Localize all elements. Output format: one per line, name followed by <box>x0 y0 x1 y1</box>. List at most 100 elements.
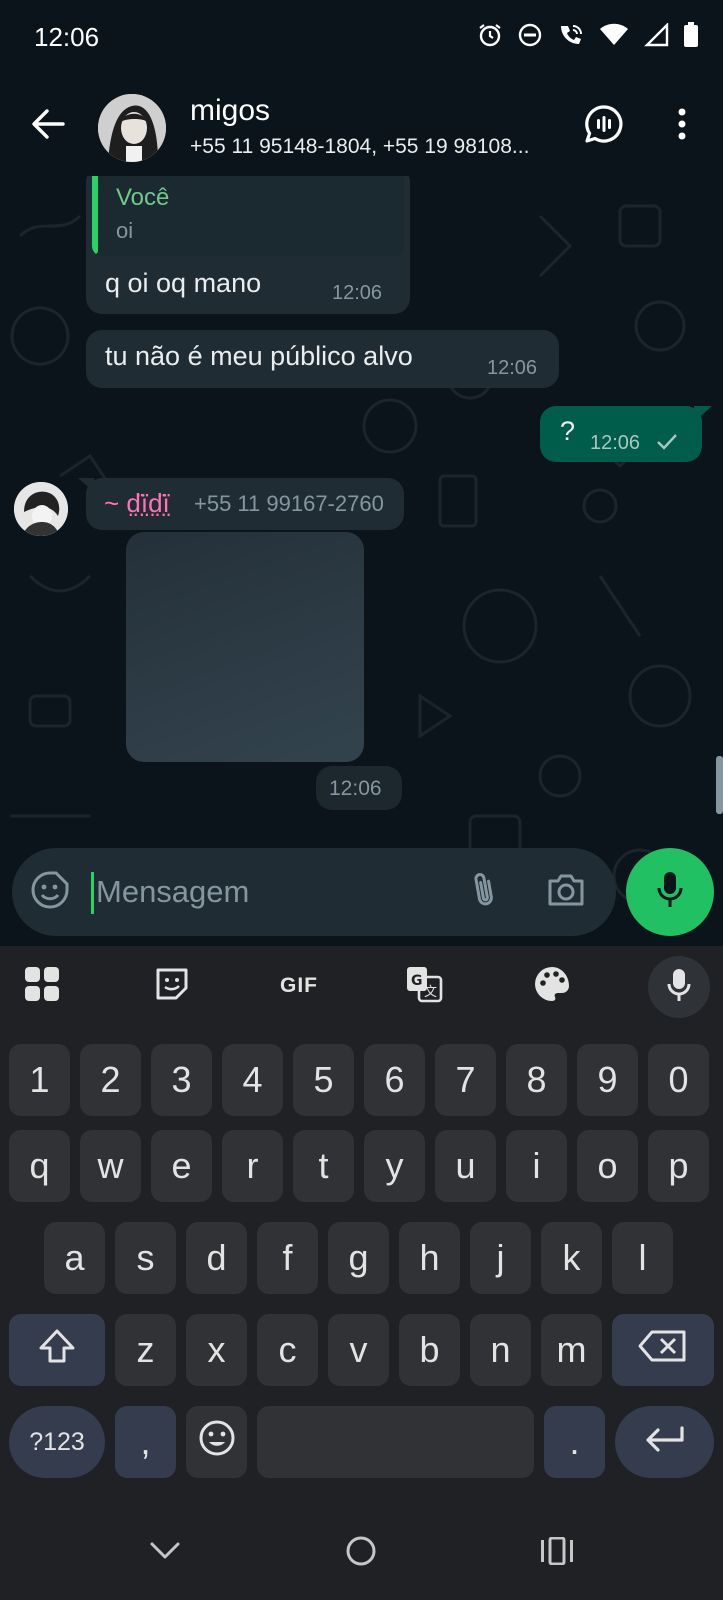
quote-text: oi <box>116 218 134 243</box>
palette-icon <box>533 965 571 1008</box>
sender-phone: +55 11 99167-2760 <box>194 491 384 516</box>
message-time: 12:06 <box>332 282 383 304</box>
nav-home-button[interactable] <box>336 1528 386 1578</box>
key-8[interactable]: 8 <box>506 1044 567 1116</box>
emoji-key[interactable] <box>186 1406 247 1478</box>
attach-icon <box>470 870 498 915</box>
shift-key[interactable] <box>9 1314 105 1386</box>
translate-icon: G文 <box>405 965 443 1008</box>
sticker-image[interactable] <box>126 532 364 762</box>
system-navigation-bar <box>0 1504 723 1600</box>
key-k[interactable]: k <box>541 1222 602 1294</box>
key-a[interactable]: a <box>44 1222 105 1294</box>
backspace-key[interactable] <box>612 1314 714 1386</box>
group-name[interactable]: migos <box>190 94 270 128</box>
key-r[interactable]: r <box>222 1130 283 1202</box>
key-5[interactable]: 5 <box>293 1044 354 1116</box>
key-i[interactable]: i <box>506 1130 567 1202</box>
sender-name[interactable]: ~ d̤̈ï̤d̤̈ï̤ <box>104 488 170 519</box>
key-4[interactable]: 4 <box>222 1044 283 1116</box>
scrollbar[interactable] <box>716 756 723 814</box>
key-z[interactable]: z <box>115 1314 176 1386</box>
bubble-tail <box>694 406 712 422</box>
group-members[interactable]: +55 11 95148-1804, +55 19 98108... <box>190 135 560 159</box>
sticker-emoji-icon <box>30 870 70 915</box>
key-u[interactable]: u <box>435 1130 496 1202</box>
camera-icon <box>546 873 586 912</box>
message-text: tu não é meu público alvo <box>105 341 413 371</box>
message-bubble-outgoing[interactable]: ? 12:06 <box>540 406 712 462</box>
key-1[interactable]: 1 <box>9 1044 70 1116</box>
key-c[interactable]: c <box>257 1314 318 1386</box>
group-call-icon <box>584 104 624 149</box>
bubble-tail <box>78 478 94 492</box>
status-bar: 12:06 <box>0 0 723 80</box>
group-avatar[interactable] <box>98 94 166 162</box>
key-m[interactable]: m <box>541 1314 602 1386</box>
key-y[interactable]: y <box>364 1130 425 1202</box>
message-bubble-incoming[interactable]: Você oi q oi oq mano 12:06 <box>86 176 410 314</box>
key-n[interactable]: n <box>470 1314 531 1386</box>
translate-button[interactable]: G文 <box>398 960 450 1012</box>
key-7[interactable]: 7 <box>435 1044 496 1116</box>
key-e[interactable]: e <box>151 1130 212 1202</box>
backspace-icon <box>638 1329 688 1372</box>
key-t[interactable]: t <box>293 1130 354 1202</box>
quoted-message[interactable]: Você oi <box>92 176 404 256</box>
key-q[interactable]: q <box>9 1130 70 1202</box>
signal-icon <box>643 23 669 47</box>
quote-accent-bar <box>92 176 98 254</box>
key-v[interactable]: v <box>328 1314 389 1386</box>
camera-button[interactable] <box>540 868 592 916</box>
attach-button[interactable] <box>460 868 508 916</box>
key-2[interactable]: 2 <box>80 1044 141 1116</box>
theme-button[interactable] <box>526 960 578 1012</box>
emoji-button[interactable] <box>28 870 72 914</box>
key-p[interactable]: p <box>648 1130 709 1202</box>
message-input[interactable] <box>92 866 432 918</box>
apps-grid-button[interactable] <box>16 960 68 1012</box>
home-circle-icon <box>345 1535 377 1572</box>
key-s[interactable]: s <box>115 1222 176 1294</box>
key-9[interactable]: 9 <box>577 1044 638 1116</box>
key-w[interactable]: w <box>80 1130 141 1202</box>
sender-avatar[interactable] <box>14 482 68 536</box>
message-list[interactable]: Você oi q oi oq mano 12:06 tu não é meu … <box>0 176 723 940</box>
voice-message-button[interactable] <box>626 848 714 936</box>
sticker-button[interactable] <box>146 960 198 1012</box>
enter-key[interactable] <box>615 1406 714 1478</box>
space-key[interactable] <box>257 1406 534 1478</box>
group-call-button[interactable] <box>580 102 628 150</box>
symbols-key[interactable]: ?123 <box>9 1406 105 1478</box>
key-0[interactable]: 0 <box>648 1044 709 1116</box>
apps-grid-icon <box>23 965 61 1008</box>
back-button[interactable] <box>26 104 70 148</box>
message-bubble-incoming[interactable]: tu não é meu público alvo 12:06 <box>86 330 559 388</box>
key-o[interactable]: o <box>577 1130 638 1202</box>
nav-back-button[interactable] <box>140 1528 190 1578</box>
enter-icon <box>644 1421 686 1463</box>
key-x[interactable]: x <box>186 1314 247 1386</box>
key-3[interactable]: 3 <box>151 1044 212 1116</box>
key-f[interactable]: f <box>257 1222 318 1294</box>
on-screen-keyboard: GIF G文 1 2 3 4 5 6 7 8 9 0 q w e r t y u… <box>0 946 723 1600</box>
message-time: 12:06 <box>590 432 641 454</box>
status-time: 12:06 <box>34 22 100 52</box>
key-h[interactable]: h <box>399 1222 460 1294</box>
comma-key[interactable]: , <box>115 1406 176 1478</box>
read-check-icon <box>656 432 678 457</box>
gif-button[interactable]: GIF <box>272 960 326 1012</box>
key-6[interactable]: 6 <box>364 1044 425 1116</box>
key-g[interactable]: g <box>328 1222 389 1294</box>
wifi-calling-icon <box>557 22 585 48</box>
period-key[interactable]: . <box>544 1406 605 1478</box>
keyboard-voice-input-button[interactable] <box>648 956 710 1018</box>
shift-icon <box>38 1328 76 1373</box>
key-d[interactable]: d <box>186 1222 247 1294</box>
back-arrow-icon <box>31 108 65 144</box>
key-j[interactable]: j <box>470 1222 531 1294</box>
more-options-button[interactable] <box>660 102 704 150</box>
key-l[interactable]: l <box>612 1222 673 1294</box>
key-b[interactable]: b <box>399 1314 460 1386</box>
nav-recents-button[interactable] <box>532 1528 582 1578</box>
